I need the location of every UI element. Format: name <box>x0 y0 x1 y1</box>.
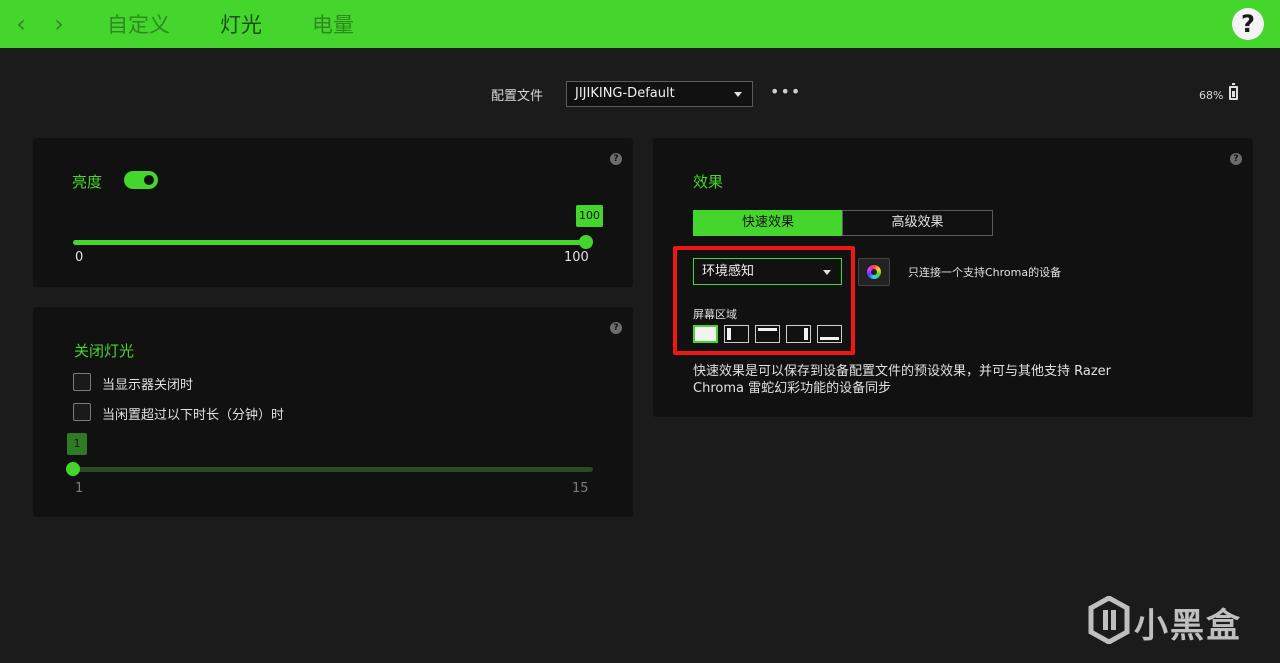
chroma-button[interactable] <box>858 258 890 286</box>
tab-advanced-effects[interactable]: 高级效果 <box>842 210 993 236</box>
idle-slider[interactable] <box>73 467 593 472</box>
checkbox-idle[interactable] <box>73 403 91 421</box>
chroma-wheel-icon <box>867 265 881 279</box>
help-icon[interactable]: ? <box>610 322 622 334</box>
idle-slider-thumb[interactable] <box>66 462 80 476</box>
brightness-toggle[interactable] <box>124 171 158 189</box>
battery-icon <box>1229 83 1238 100</box>
checkbox-idle-label: 当闲置超过以下时长（分钟）时 <box>102 408 285 423</box>
tab-quick-effects[interactable]: 快速效果 <box>693 210 843 236</box>
profile-value: JIJIKING-Default <box>575 86 675 101</box>
top-nav-bar: ‹ › 自定义 灯光 电量 ? <box>0 0 1280 48</box>
battery-percent: 68% <box>1199 89 1224 102</box>
brightness-title: 亮度 <box>72 173 103 191</box>
profile-select[interactable]: JIJIKING-Default <box>566 81 753 107</box>
checkbox-display-off[interactable] <box>73 373 91 391</box>
watermark: 小黑盒 <box>1088 596 1248 646</box>
brightness-slider[interactable] <box>73 240 586 245</box>
checkbox-display-off-label: 当显示器关闭时 <box>102 378 194 393</box>
idle-max-label: 15 <box>572 481 589 496</box>
idle-min-label: 1 <box>75 481 84 496</box>
more-options-button[interactable]: ••• <box>770 82 801 101</box>
help-icon[interactable]: ? <box>1232 8 1264 40</box>
brightness-value-badge: 100 <box>576 205 603 227</box>
lights-off-panel: ? 关闭灯光 当显示器关闭时 当闲置超过以下时长（分钟）时 1 1 15 <box>33 307 633 517</box>
effects-title: 效果 <box>693 173 724 191</box>
brightness-min-label: 0 <box>75 250 84 265</box>
brightness-panel: ? 亮度 100 0 100 <box>33 138 633 287</box>
effects-description: 快速效果是可以保存到设备配置文件的预设效果，并可与其他支持 Razer Chro… <box>693 364 1112 396</box>
brightness-slider-thumb[interactable] <box>579 235 593 249</box>
help-icon[interactable]: ? <box>610 153 622 165</box>
help-icon[interactable]: ? <box>1230 153 1242 165</box>
tab-customize[interactable]: 自定义 <box>107 12 170 38</box>
brightness-max-label: 100 <box>564 250 589 265</box>
watermark-text: 小黑盒 <box>1134 606 1242 646</box>
watermark-logo-icon <box>1088 596 1130 644</box>
slider-fill <box>73 240 586 245</box>
back-arrow-icon[interactable]: ‹ <box>10 11 32 37</box>
toggle-knob <box>142 173 156 187</box>
profile-label: 配置文件 <box>491 89 544 104</box>
forward-arrow-icon[interactable]: › <box>48 11 70 37</box>
chevron-down-icon <box>734 92 742 97</box>
tab-lighting[interactable]: 灯光 <box>220 12 262 38</box>
lights-off-title: 关闭灯光 <box>74 342 135 360</box>
highlight-box <box>673 246 855 355</box>
tab-power[interactable]: 电量 <box>312 12 354 38</box>
chroma-note: 只连接一个支持Chroma的设备 <box>908 266 1062 279</box>
idle-value-badge: 1 <box>67 433 87 455</box>
